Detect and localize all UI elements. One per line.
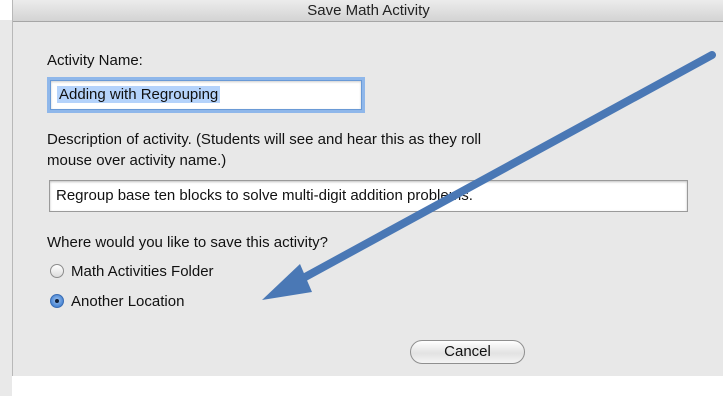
annotation-arrow — [262, 51, 716, 300]
annotation-arrow-shaft — [292, 51, 716, 286]
annotation-arrow-head — [262, 264, 312, 300]
